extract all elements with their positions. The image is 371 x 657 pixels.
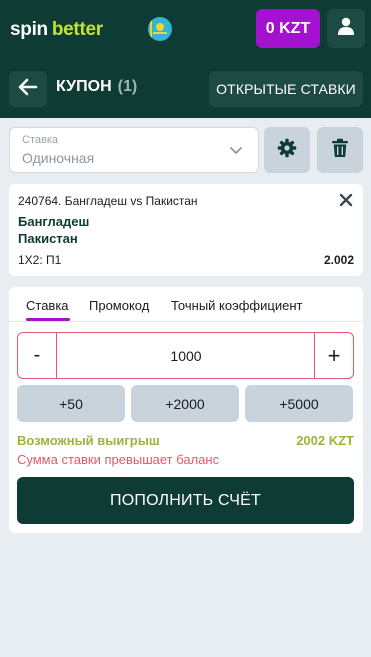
quick-amount-2000[interactable]: +2000	[131, 385, 239, 422]
possible-win-label: Возможный выигрыш	[17, 433, 160, 448]
bet-type-value: Одиночная	[22, 150, 95, 166]
trash-icon	[331, 138, 349, 163]
possible-win-value: 2002 KZT	[296, 433, 354, 448]
bet-type-label: Ставка	[22, 134, 58, 146]
stake-amount-input[interactable]: 1000	[58, 333, 314, 378]
event-title: 240764. Бангладеш vs Пакистан	[18, 194, 198, 208]
arrow-left-icon	[18, 78, 38, 101]
active-tab-indicator	[26, 318, 70, 321]
team-away: Пакистан	[18, 231, 78, 246]
quick-amount-5000[interactable]: +5000	[245, 385, 353, 422]
stake-error-message: Сумма ставки превышает баланс	[17, 452, 220, 467]
settings-button[interactable]	[264, 127, 310, 173]
stake-panel: Ставка Промокод Точный коэффициент - 100…	[9, 287, 363, 533]
tab-promocode[interactable]: Промокод	[89, 298, 149, 313]
coupon-title-text: КУПОН	[56, 78, 112, 95]
page-title: КУПОН (1)	[56, 78, 137, 96]
gear-icon	[277, 138, 297, 163]
deposit-button[interactable]: ПОПОЛНИТЬ СЧЁТ	[17, 477, 354, 524]
team-home: Бангладеш	[18, 214, 90, 229]
stake-tabs: Ставка Промокод Точный коэффициент	[9, 287, 363, 322]
open-bets-button[interactable]: ОТКРЫТЫЕ СТАВКИ	[209, 71, 363, 107]
market-selection: 1X2: П1	[18, 253, 62, 267]
logo-better: better	[51, 19, 103, 40]
user-button[interactable]	[327, 9, 365, 48]
odds-value: 2.002	[323, 253, 354, 267]
chevron-down-icon	[228, 142, 244, 163]
kazakhstan-flag-icon[interactable]	[148, 17, 172, 41]
logo[interactable]: spin better	[10, 16, 103, 44]
tab-stake[interactable]: Ставка	[26, 298, 69, 313]
top-header: spin better 0 KZT	[0, 0, 371, 59]
decrease-button[interactable]: -	[18, 333, 57, 378]
increase-button[interactable]: +	[314, 333, 353, 378]
coupon-count: (1)	[117, 78, 138, 95]
bet-slip-event: 240764. Бангладеш vs Пакистан Бангладеш …	[9, 184, 363, 276]
delete-button[interactable]	[317, 127, 363, 173]
stake-stepper: - 1000 +	[17, 332, 354, 379]
bet-type-select[interactable]: Ставка Одиночная	[9, 127, 259, 173]
user-icon	[336, 16, 356, 41]
logo-spin: spin	[10, 19, 48, 40]
tab-exact-odds[interactable]: Точный коэффициент	[171, 298, 302, 313]
coupon-titlebar: КУПОН (1) ОТКРЫТЫЕ СТАВКИ	[0, 59, 371, 118]
close-icon[interactable]	[339, 193, 353, 212]
quick-amount-50[interactable]: +50	[17, 385, 125, 422]
back-button[interactable]	[9, 71, 47, 107]
balance-button[interactable]: 0 KZT	[256, 9, 320, 48]
